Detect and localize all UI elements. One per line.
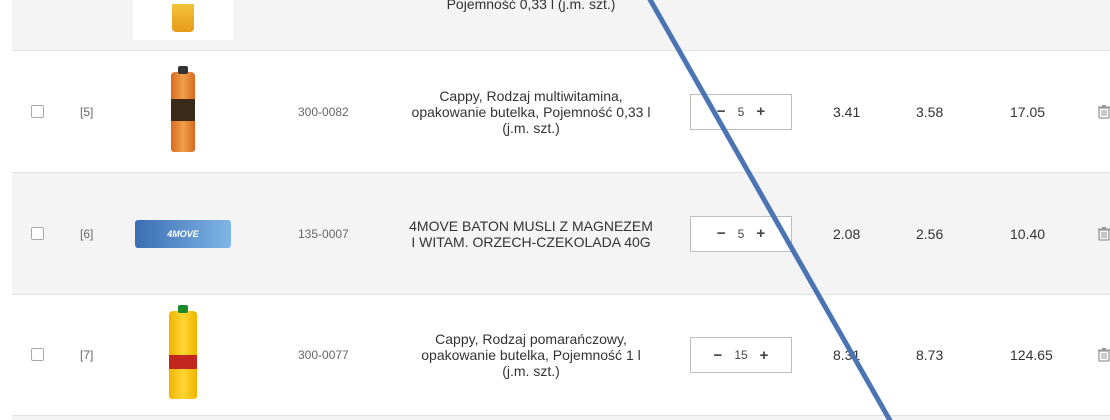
- row-index: [5]: [80, 104, 94, 119]
- gross-price: 2.56: [916, 225, 944, 242]
- cart-row: [6] 4MOVE 135-0007 4MOVE BATON MUSLI Z M…: [12, 173, 1110, 295]
- row-index: [7]: [80, 348, 94, 362]
- net-price: 8.31: [833, 347, 861, 363]
- trash-icon[interactable]: [1098, 51, 1110, 172]
- row-checkbox[interactable]: [31, 348, 44, 361]
- trash-icon[interactable]: [1098, 173, 1110, 294]
- decrease-button[interactable]: −: [714, 347, 723, 364]
- trash-icon[interactable]: [1098, 295, 1110, 415]
- row-total: 17.05: [1010, 103, 1046, 120]
- gross-price: 8.73: [916, 347, 944, 363]
- orange-juice-bottle-icon: [169, 305, 197, 399]
- gross-price: 3.58: [916, 103, 944, 120]
- cart-row-partial: Pojemność 0,33 l (j.m. szt.): [12, 0, 1110, 51]
- product-name: 4MOVE BATON MUSLI Z MAGNEZEM I WITAM. OR…: [409, 217, 653, 250]
- product-name: Cappy, Rodzaj pomarańczowy, opakowanie b…: [421, 331, 641, 379]
- decrease-button[interactable]: −: [717, 103, 726, 120]
- quantity-value[interactable]: 5: [738, 105, 745, 119]
- product-name: Pojemność 0,33 l (j.m. szt.): [446, 0, 616, 12]
- row-checkbox[interactable]: [31, 226, 44, 240]
- product-sku: 135-0007: [298, 226, 349, 241]
- increase-button[interactable]: +: [756, 103, 765, 120]
- net-price: 2.08: [833, 225, 861, 242]
- cart-row: [7] 300-0077 Cappy, Rodzaj pomarańczowy,…: [12, 295, 1110, 416]
- product-image: [132, 295, 234, 415]
- row-index: [6]: [80, 226, 94, 241]
- product-name: Cappy, Rodzaj multiwitamina, opakowanie …: [411, 87, 651, 136]
- quantity-value[interactable]: 5: [738, 227, 745, 241]
- net-price: 3.41: [833, 103, 861, 120]
- row-total: 124.65: [1010, 347, 1053, 363]
- quantity-stepper: − 15 +: [690, 337, 792, 373]
- increase-button[interactable]: +: [756, 225, 765, 242]
- muesli-bar-icon: 4MOVE: [135, 219, 231, 248]
- product-sku: 300-0077: [298, 348, 349, 362]
- product-image: [132, 51, 234, 172]
- decrease-button[interactable]: −: [717, 225, 726, 242]
- bar-brand-text: 4MOVE: [167, 228, 199, 239]
- cart-row: [5] 300-0082 Cappy, Rodzaj multiwitamina…: [12, 51, 1110, 173]
- increase-button[interactable]: +: [760, 347, 769, 364]
- multivitamin-bottle-icon: [171, 65, 195, 152]
- quantity-stepper: − 5 +: [690, 93, 792, 130]
- bottle-icon: [172, 4, 194, 32]
- quantity-stepper: − 5 +: [690, 215, 792, 252]
- quantity-value[interactable]: 15: [734, 348, 747, 362]
- row-checkbox[interactable]: [31, 104, 44, 118]
- product-image: [132, 0, 234, 50]
- row-total: 10.40: [1010, 225, 1046, 242]
- cart-table: Pojemność 0,33 l (j.m. szt.) [5] 300-008…: [12, 0, 1110, 420]
- cart-row-partial: [12, 416, 1110, 420]
- product-image: 4MOVE: [132, 173, 234, 294]
- product-sku: 300-0082: [298, 104, 349, 119]
